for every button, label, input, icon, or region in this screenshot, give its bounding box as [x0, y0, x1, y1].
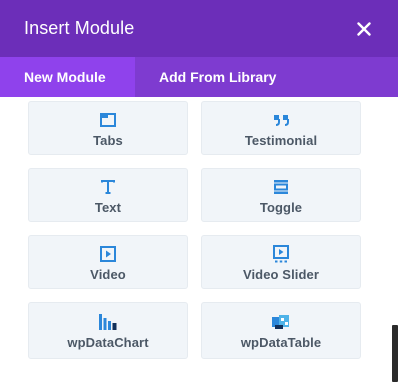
tabs-icon	[97, 109, 119, 131]
modal-title: Insert Module	[24, 18, 135, 38]
module-label: Toggle	[259, 199, 303, 215]
text-icon	[97, 176, 119, 198]
quote-icon	[270, 109, 292, 131]
close-icon[interactable]	[354, 19, 374, 39]
bar-chart-icon	[98, 311, 118, 333]
module-label: wpDataChart	[67, 335, 149, 350]
module-wpdatatable[interactable]: wpDataTable	[201, 302, 361, 359]
table-icon	[271, 311, 291, 333]
module-wpdatachart[interactable]: wpDataChart	[28, 302, 188, 359]
module-label: Video Slider	[242, 266, 320, 282]
module-label: Text	[94, 199, 122, 215]
modal-header: Insert Module	[0, 0, 398, 57]
modal-tabs: New Module Add From Library	[0, 57, 398, 97]
module-toggle[interactable]: Toggle	[201, 168, 361, 222]
module-testimonial[interactable]: Testimonial	[201, 101, 361, 155]
module-video-slider[interactable]: Video Slider	[201, 235, 361, 289]
module-label: Tabs	[93, 132, 123, 148]
toggle-icon	[270, 176, 292, 198]
video-icon	[97, 243, 119, 265]
tab-add-from-library[interactable]: Add From Library	[135, 57, 300, 97]
module-text[interactable]: Text	[28, 168, 188, 222]
module-tabs[interactable]: Tabs	[28, 101, 188, 155]
tab-label: Add From Library	[159, 69, 277, 85]
video-slider-icon	[270, 243, 292, 265]
module-label: Video	[90, 266, 126, 282]
tab-new-module[interactable]: New Module	[0, 57, 135, 97]
tab-label: New Module	[24, 69, 106, 85]
module-label: Testimonial	[244, 132, 318, 148]
scrollbar-thumb[interactable]	[392, 325, 398, 382]
module-video[interactable]: Video	[28, 235, 188, 289]
module-grid: Tabs Testimonial Text Toggle Video Video…	[0, 97, 398, 384]
module-label: wpDataTable	[240, 335, 322, 350]
